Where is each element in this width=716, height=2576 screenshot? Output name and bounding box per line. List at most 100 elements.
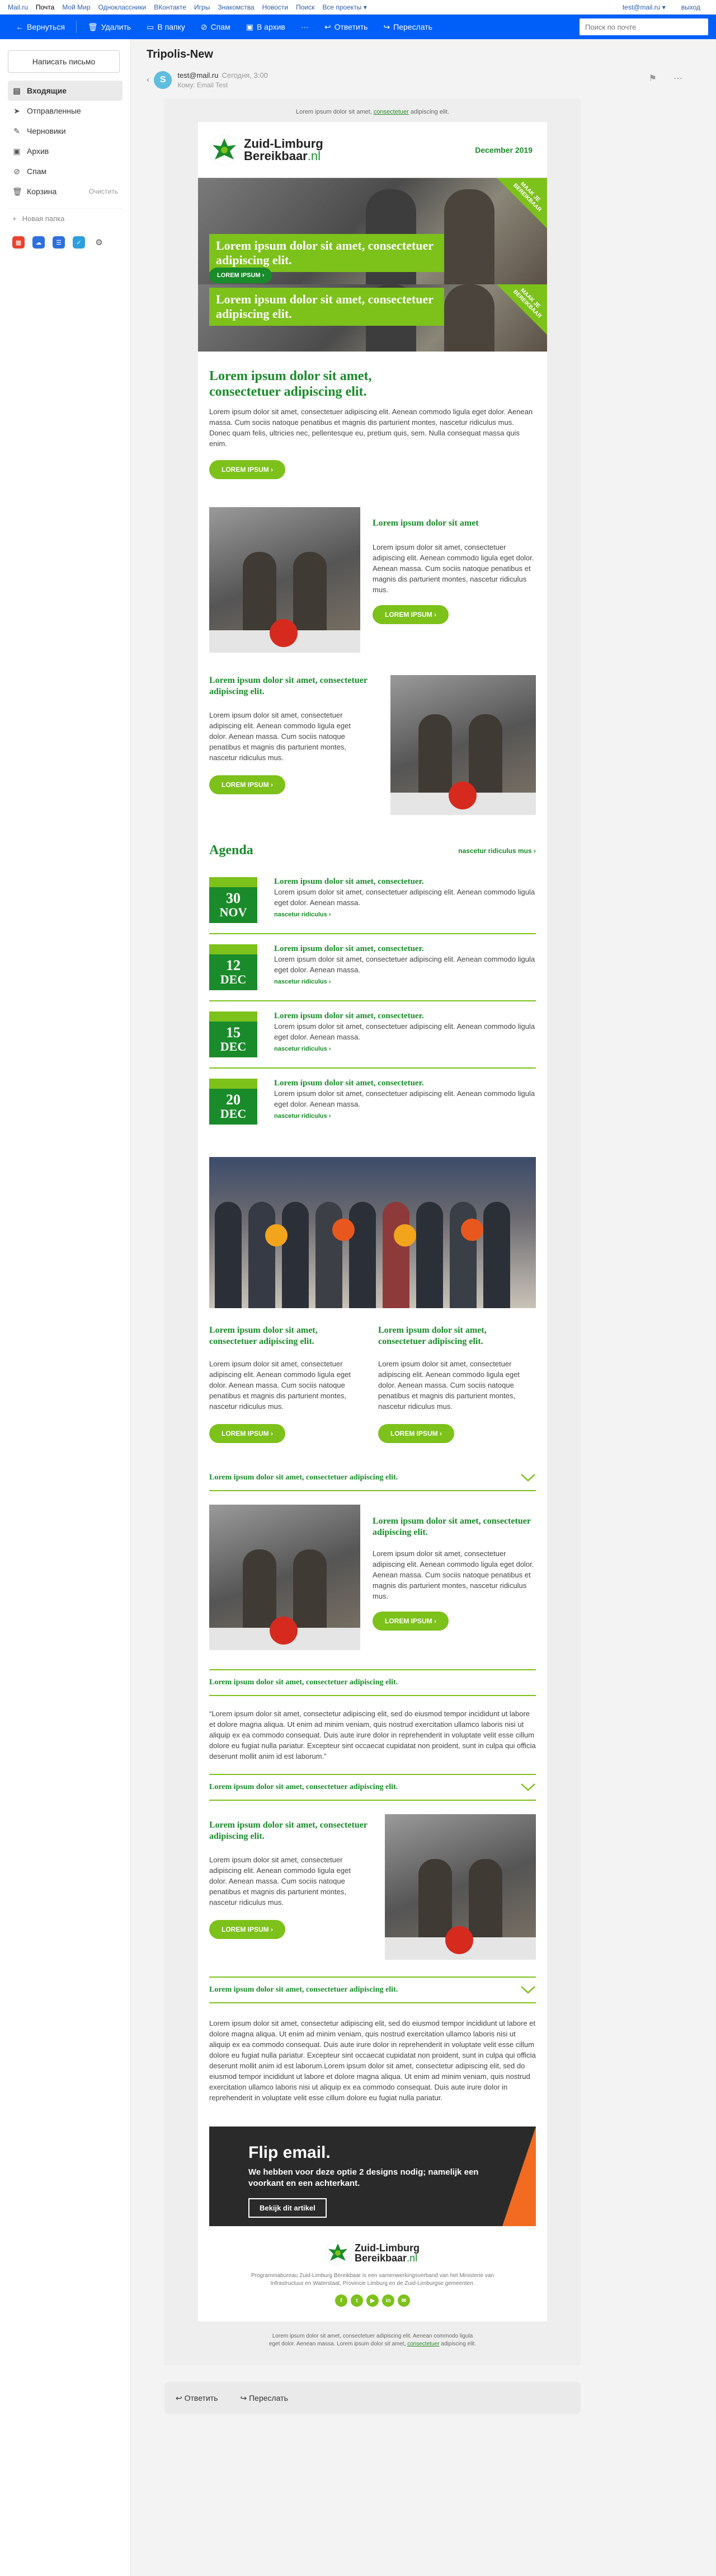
hero-banner-2[interactable]: Lorem ipsum dolor sit amet, consectetuer… xyxy=(198,284,547,352)
back-button[interactable]: ← Вернуться xyxy=(8,15,73,39)
sidebar-item-drafts[interactable]: ✎ Черновики xyxy=(8,121,123,141)
agenda-item-link[interactable]: nascetur ridiculus › xyxy=(274,1046,536,1052)
nav-link-dating[interactable]: Знакомства xyxy=(218,3,254,11)
group-photo[interactable] xyxy=(209,1157,536,1308)
linkedin-icon[interactable]: in xyxy=(382,2294,394,2307)
notes-app-icon[interactable]: ✓ xyxy=(73,236,85,249)
email-icon[interactable]: ✉ xyxy=(398,2294,410,2307)
new-folder-button[interactable]: + Новая папка xyxy=(8,208,123,228)
accordion-header[interactable]: Lorem ipsum dolor sit amet, consectetuer… xyxy=(209,1669,536,1696)
reply-button[interactable]: ↩ Ответить xyxy=(317,15,376,39)
preheader-link[interactable]: consectetuer xyxy=(374,109,409,115)
forward-button[interactable]: ↪ Переслать xyxy=(375,15,440,39)
more-button[interactable]: ··· xyxy=(293,15,317,39)
forward-icon: ↪ xyxy=(240,2393,249,2402)
agenda-item-title: Lorem ipsum dolor sit amet, consectetuer… xyxy=(274,944,424,953)
nav-link-all-projects[interactable]: Все проекты ▾ xyxy=(322,3,366,11)
nav-link-mymir[interactable]: Мой Мир xyxy=(62,3,90,11)
article-photo[interactable] xyxy=(209,1505,360,1650)
contacts-app-icon[interactable]: ☰ xyxy=(53,236,65,249)
column-button[interactable]: LOREM IPSUM › xyxy=(209,1424,285,1443)
nav-link-search[interactable]: Поиск xyxy=(296,3,314,11)
agenda-date-badge: 12 DEC xyxy=(209,944,257,990)
logout-link[interactable]: выход xyxy=(681,3,700,11)
agenda-item-link[interactable]: nascetur ridiculus › xyxy=(274,978,536,985)
long-text: Lorem ipsum dolor sit amet, consectetur … xyxy=(209,2019,536,2102)
photo-person xyxy=(450,1202,477,1308)
nav-link-mail[interactable]: Почта xyxy=(36,3,54,11)
nav-link-ok[interactable]: Одноклассники xyxy=(98,3,147,11)
sender-address[interactable]: test@mail.ru xyxy=(177,71,218,79)
photo-person xyxy=(469,714,502,798)
accordion-header[interactable]: Lorem ipsum dolor sit amet, consectetuer… xyxy=(209,1977,536,2003)
brand-logo[interactable]: Zuid-Limburg Bereikbaar.nl xyxy=(209,134,323,165)
empty-trash-link[interactable]: Очистить xyxy=(89,188,118,195)
footer-logo[interactable]: Zuid-Limburg Bereikbaar.nl xyxy=(209,2241,536,2265)
sidebar-item-sent[interactable]: ➤ Отправленные xyxy=(8,101,123,121)
quick-forward-button[interactable]: ↪ Переслать xyxy=(240,2394,288,2403)
intro-button[interactable]: LOREM IPSUM › xyxy=(209,460,285,479)
article-button[interactable]: LOREM IPSUM › xyxy=(373,1612,449,1631)
nav-link-vk[interactable]: ВКонтакте xyxy=(154,3,186,11)
compose-button[interactable]: Написать письмо xyxy=(8,50,120,73)
message-view: Tripolis-New ‹ S test@mail.ru Сегодня, 3:… xyxy=(131,39,716,2576)
quick-reply-button[interactable]: ↩ Ответить xyxy=(176,2394,218,2403)
twitter-icon[interactable]: t xyxy=(351,2294,363,2307)
sidebar-item-archive[interactable]: ▣ Архив xyxy=(8,141,123,161)
hero-button[interactable]: LOREM IPSUM › xyxy=(209,268,272,283)
user-menu[interactable]: test@mail.ru ▾ xyxy=(623,3,666,11)
more-icon[interactable]: ⋯ xyxy=(673,73,682,84)
chevron-left-icon[interactable]: ‹ xyxy=(147,75,149,85)
folder-icon: ▭ xyxy=(147,22,154,31)
message-header: ‹ S test@mail.ru Сегодня, 3:00 Кому: Emai… xyxy=(147,67,703,93)
article-button[interactable]: LOREM IPSUM › xyxy=(209,1920,285,1939)
outer-footer-link[interactable]: consectetuer xyxy=(407,2341,439,2347)
hero-person xyxy=(444,189,494,284)
message-date: Сегодня, 3:00 xyxy=(222,71,268,79)
hero-banner-1[interactable]: Lorem ipsum dolor sit amet, consectetuer… xyxy=(198,178,547,284)
spam-icon: ⊘ xyxy=(13,166,20,176)
archive-button[interactable]: ▣ В архив xyxy=(238,15,293,39)
move-to-folder-button[interactable]: ▭ В папку xyxy=(139,15,193,39)
flip-button[interactable]: Bekijk dit artikel xyxy=(248,2198,327,2218)
facebook-icon[interactable]: f xyxy=(335,2294,347,2307)
cloud-app-icon[interactable]: ☁ xyxy=(32,236,45,249)
outer-footer: Lorem ipsum dolor sit amet, consectetuer… xyxy=(268,2333,477,2347)
nav-link-mailru[interactable]: Mail.ru xyxy=(8,3,28,11)
gear-icon[interactable]: ⚙ xyxy=(93,236,105,249)
article-button[interactable]: LOREM IPSUM › xyxy=(373,605,449,624)
nav-link-games[interactable]: Игры xyxy=(194,3,210,11)
arrow-left-icon: ← xyxy=(16,22,23,31)
intro-title: Lorem ipsum dolor sit amet, consectetuer… xyxy=(209,369,372,399)
spam-button[interactable]: ⊘ Спам xyxy=(193,15,238,39)
calendar-app-icon[interactable]: ▦ xyxy=(12,236,25,249)
newsletter-header: Zuid-Limburg Bereikbaar.nl December 2019 xyxy=(198,122,547,178)
column-button[interactable]: LOREM IPSUM › xyxy=(378,1424,454,1443)
sidebar-item-spam[interactable]: ⊘ Спам xyxy=(8,161,123,181)
newsletter-date: December 2019 xyxy=(475,145,533,154)
photo-person xyxy=(349,1202,376,1308)
article-photo[interactable] xyxy=(390,675,536,815)
agenda-item-link[interactable]: nascetur ridiculus › xyxy=(274,1113,536,1120)
agenda-more-link[interactable]: nascetur ridiculus mus › xyxy=(458,847,536,855)
accordion-header[interactable]: Lorem ipsum dolor sit amet, consectetuer… xyxy=(209,1774,536,1801)
sidebar-item-trash[interactable]: 🗑 Корзина Очистить xyxy=(8,181,123,202)
photo-object xyxy=(270,1617,298,1645)
search-input[interactable] xyxy=(580,18,708,35)
accordion-header[interactable]: Lorem ipsum dolor sit amet, consectetuer… xyxy=(209,1465,536,1491)
article-button[interactable]: LOREM IPSUM › xyxy=(209,775,285,794)
flip-body: We hebben voor deze optie 2 designs nodi… xyxy=(248,2167,479,2188)
nav-link-news[interactable]: Новости xyxy=(262,3,288,11)
agenda-title: Agenda xyxy=(209,843,253,858)
article-photo[interactable] xyxy=(385,1814,536,1960)
message-subject: Tripolis-New xyxy=(147,48,213,60)
article-photo[interactable] xyxy=(209,507,360,653)
flag-icon[interactable]: ⚑ xyxy=(649,73,657,84)
agenda-item-link[interactable]: nascetur ridiculus › xyxy=(274,911,536,918)
email-body: Lorem ipsum dolor sit amet, consectetuer… xyxy=(164,99,581,2365)
delete-button[interactable]: 🗑 Удалить xyxy=(80,15,139,39)
youtube-icon[interactable]: ▶ xyxy=(366,2294,379,2307)
article-block-3: Lorem ipsum dolor sit amet, consectetuer… xyxy=(198,1491,547,1661)
photo-person xyxy=(293,552,327,636)
sidebar-item-inbox[interactable]: ▤ Входящие xyxy=(8,81,123,101)
